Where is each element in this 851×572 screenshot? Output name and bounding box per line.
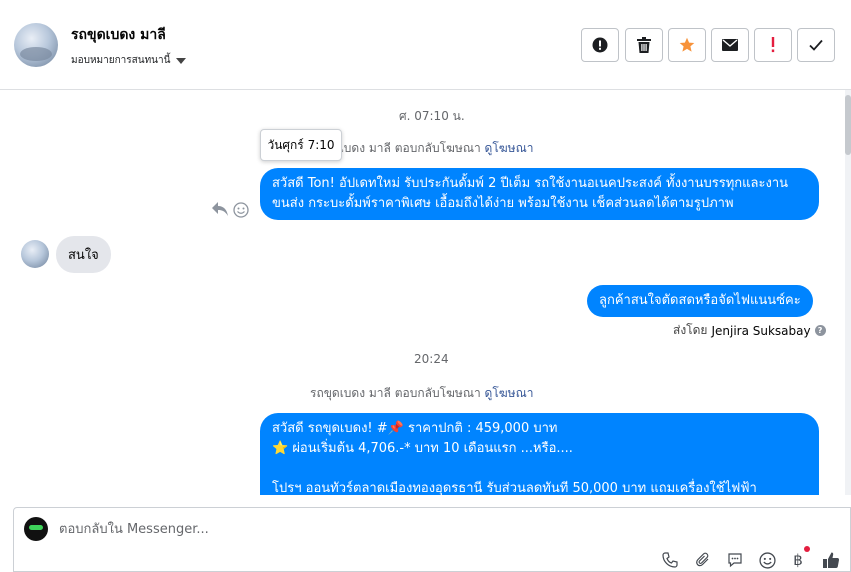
payment-button[interactable]: ฿: [788, 546, 810, 570]
sent-by-name: Jenjira Suksabay: [711, 323, 811, 338]
star-icon: [679, 37, 695, 52]
baht-payment-icon: ฿: [793, 551, 803, 569]
like-icon: [823, 552, 840, 568]
sent-by-label: ส่งโดย Jenjira Suksabay ?: [673, 321, 826, 340]
reply-composer: ฿: [13, 507, 851, 572]
view-ad-link[interactable]: ดูโฆษณา: [485, 141, 534, 155]
contact-avatar[interactable]: [14, 23, 58, 67]
timestamp: 20:24: [414, 352, 449, 366]
thread-scrollbar-thumb[interactable]: [845, 95, 851, 155]
done-button[interactable]: [797, 28, 835, 62]
page-avatar: [24, 517, 48, 541]
check-icon: [809, 39, 823, 51]
assign-conversation-dropdown[interactable]: มอบหมายการสนทนานี้: [71, 53, 187, 68]
message-line: โปรฯ ออนทัวร์ตลาดเมืองทองอุดรธานี รับส่ว…: [272, 481, 757, 495]
contact-name[interactable]: รถขุดเบดง มาลี: [71, 24, 166, 46]
envelope-icon: [722, 39, 738, 51]
paperclip-icon: [696, 552, 709, 567]
reply-input[interactable]: [59, 519, 659, 539]
message-bubble-outgoing[interactable]: สวัสดี รถขุดเบดง! #📌 ราคาปกติ : 459,000 …: [260, 413, 819, 495]
star-button[interactable]: [668, 28, 706, 62]
conversation-header: รถขุดเบดง มาลี มอบหมายการสนทนานี้: [0, 0, 851, 90]
delete-button[interactable]: [625, 28, 663, 62]
saved-replies-icon: [728, 553, 742, 568]
message-bubble-incoming[interactable]: สนใจ: [56, 236, 111, 273]
contact-avatar-small: [21, 240, 49, 268]
spam-alert-button[interactable]: [581, 28, 619, 62]
message-line: สวัสดี รถขุดเบดง! #📌 ราคาปกติ : 459,000 …: [272, 421, 558, 436]
exclamation-circle-icon: [592, 37, 608, 53]
ad-reply-note-text: รถขุดเบดง มาลี ตอบกลับโฆษณา: [310, 386, 481, 400]
phone-button[interactable]: [660, 550, 680, 570]
emoji-icon: [758, 551, 776, 569]
saved-replies-button[interactable]: [725, 550, 745, 570]
caret-down-icon: [176, 57, 187, 64]
react-emoji-icon[interactable]: [233, 202, 249, 218]
timestamp: ศ. 07:10 น.: [399, 109, 465, 123]
like-button[interactable]: [821, 550, 841, 570]
trash-icon: [637, 37, 651, 53]
assign-label: มอบหมายการสนทนานี้: [71, 55, 171, 66]
emoji-button[interactable]: [757, 550, 777, 570]
mark-unread-button[interactable]: [711, 28, 749, 62]
message-line: ⭐ ผ่อนเริ่มต้น 4,706.-* บาท 10 เดือนแรก …: [272, 441, 573, 456]
notification-dot: [804, 546, 810, 552]
reply-icon[interactable]: [211, 201, 229, 217]
exclamation-icon: [771, 37, 775, 53]
sent-by-prefix: ส่งโดย: [673, 323, 708, 337]
ad-reply-note: รถขุดเบดง มาลี ตอบกลับโฆษณา ดูโฆษณา: [310, 139, 533, 158]
phone-icon: [662, 552, 678, 568]
message-bubble-outgoing[interactable]: ลูกค้าสนใจตัดสดหรือจัดไฟแนนซ์คะ: [587, 285, 813, 317]
ad-reply-note: รถขุดเบดง มาลี ตอบกลับโฆษณา ดูโฆษณา: [310, 384, 533, 403]
help-icon[interactable]: ?: [814, 325, 826, 336]
view-ad-link[interactable]: ดูโฆษณา: [485, 386, 534, 400]
message-bubble-outgoing[interactable]: สวัสดี Ton! อัปเดทใหม่ รับประกันดั้มพ์ 2…: [260, 168, 819, 220]
follow-up-button[interactable]: [754, 28, 792, 62]
timestamp-tooltip: วันศุกร์ 7:10: [260, 129, 342, 161]
attach-button[interactable]: [693, 550, 713, 570]
message-thread[interactable]: ศ. 07:10 น. รถขุดเบดง มาลี ตอบกลับโฆษณา …: [0, 90, 851, 495]
